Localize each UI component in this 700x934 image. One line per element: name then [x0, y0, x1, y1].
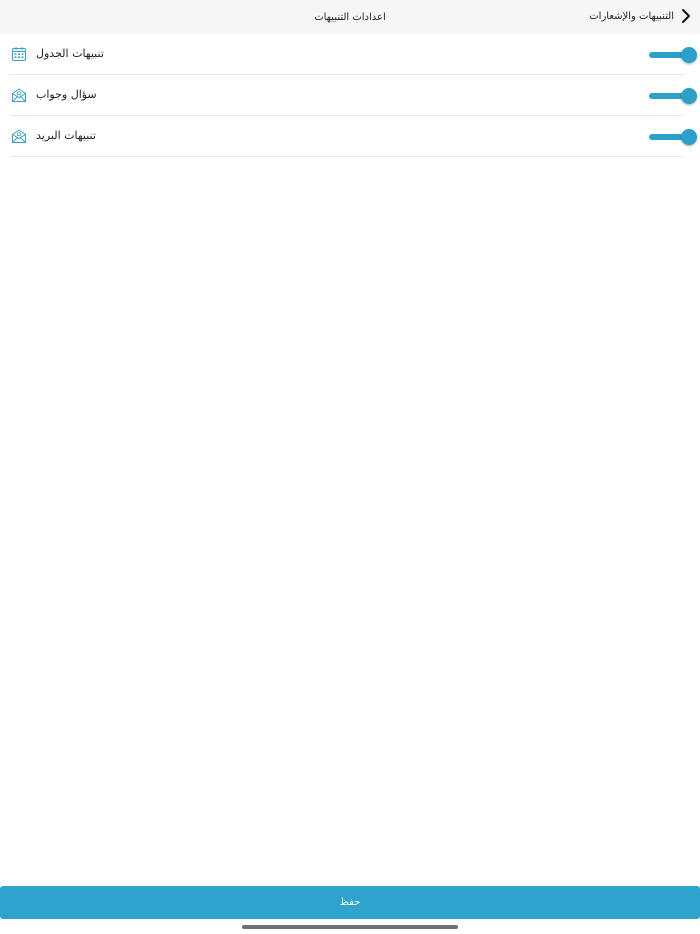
back-button[interactable]: التنبيهات والإشعارات — [589, 8, 692, 24]
home-indicator — [242, 925, 458, 929]
setting-row-schedule-alerts: تنبيهات الجدول — [10, 34, 697, 75]
setting-label: تنبيهات البريد — [36, 129, 96, 142]
toggle-knob — [681, 129, 697, 145]
mail-open-icon — [12, 129, 26, 143]
setting-label: سؤال وجواب — [36, 88, 97, 101]
nav-header: اعدادات التنبيهات التنبيهات والإشعارات — [0, 0, 700, 34]
setting-row-questions-answers: سؤال وجواب — [10, 75, 697, 116]
save-button[interactable]: حفظ — [0, 886, 700, 919]
toggle-questions-answers[interactable] — [649, 88, 697, 104]
toggle-schedule-alerts[interactable] — [649, 47, 697, 63]
toggle-knob — [681, 88, 697, 104]
setting-row-mail-alerts: تنبيهات البريد — [10, 116, 697, 157]
chevron-back-icon — [682, 9, 690, 23]
setting-label: تنبيهات الجدول — [36, 47, 104, 60]
toggle-mail-alerts[interactable] — [649, 129, 697, 145]
back-button-label: التنبيهات والإشعارات — [589, 10, 674, 22]
calendar-icon — [12, 47, 26, 61]
mail-open-icon — [12, 88, 26, 102]
settings-list: تنبيهات الجدول سؤال وجواب تنبيهات البريد — [10, 34, 697, 157]
toggle-knob — [681, 47, 697, 63]
notification-settings-screen: اعدادات التنبيهات التنبيهات والإشعارات ت… — [0, 0, 700, 934]
